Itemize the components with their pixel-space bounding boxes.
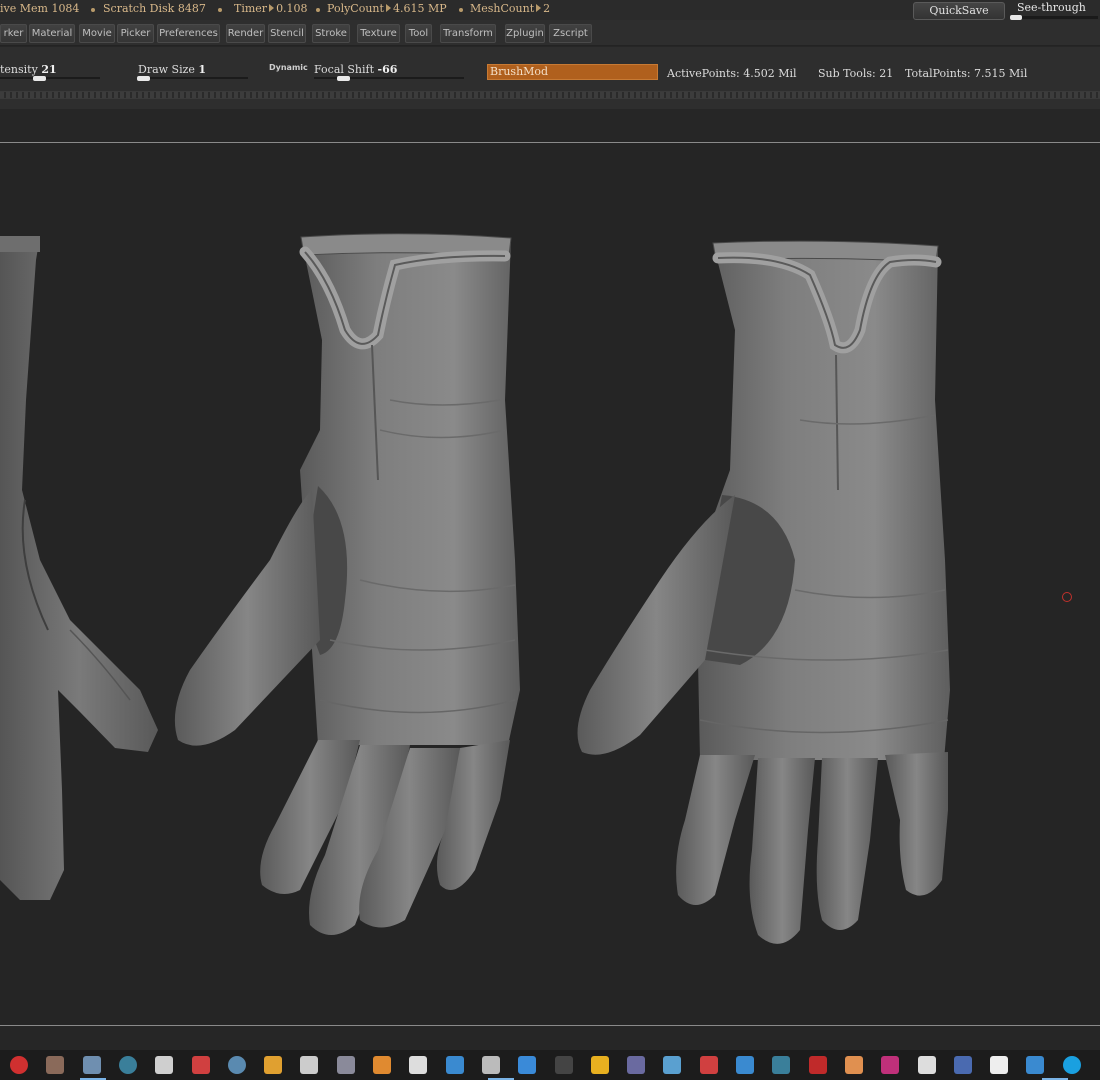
sub-tools-info: Sub Tools: 21 <box>818 67 894 80</box>
after-effects-icon[interactable] <box>627 1056 646 1074</box>
fan-icon[interactable] <box>155 1056 174 1074</box>
see-through-slider[interactable] <box>1010 16 1098 19</box>
menu-tool[interactable]: Tool <box>405 24 432 43</box>
file-icon[interactable] <box>990 1056 1009 1074</box>
status-bar: ive Mem 1084 Scratch Disk 8487 Timer 0.10… <box>0 0 1100 20</box>
menu-bar: rker Material Movie Picker Preferences R… <box>0 20 1100 46</box>
top-shelf: tensity 21 Draw Size 1 Dynamic Focal Shi… <box>0 47 1100 109</box>
app-icon[interactable] <box>844 1056 863 1074</box>
explorer-icon[interactable] <box>82 1056 101 1074</box>
document-canvas[interactable] <box>0 143 1100 1025</box>
sculpt-render <box>0 233 950 944</box>
focal-shift-label: Focal Shift <box>314 63 375 76</box>
app-icon[interactable] <box>736 1056 754 1074</box>
arrow-right-icon <box>269 4 275 12</box>
draw-size-label: Draw Size <box>138 63 195 76</box>
menu-stencil[interactable]: Stencil <box>268 24 306 43</box>
unity-icon[interactable] <box>409 1056 428 1074</box>
brushmod-slider[interactable]: BrushMod <box>487 64 658 80</box>
vscode-icon[interactable] <box>518 1056 537 1074</box>
app-icon[interactable] <box>772 1056 791 1074</box>
app-icon[interactable] <box>191 1056 210 1074</box>
brush-cursor <box>1062 592 1072 602</box>
menu-zplugin[interactable]: Zplugin <box>505 24 545 43</box>
app-icon[interactable] <box>373 1056 391 1074</box>
intensity-slider-label: tensity 21 <box>0 63 57 76</box>
glove-model-left <box>0 236 158 900</box>
app-icon[interactable] <box>663 1056 682 1074</box>
separator-dot <box>91 8 95 12</box>
app-icon[interactable] <box>445 1056 464 1074</box>
separator-dot <box>218 8 222 12</box>
active-points-info: ActivePoints: 4.502 Mil <box>667 67 797 80</box>
quicksave-button[interactable]: QuickSave <box>913 2 1005 20</box>
dynamic-toggle[interactable]: Dynamic <box>269 63 308 72</box>
glove-model-center <box>174 233 520 935</box>
draw-size-slider-knob[interactable] <box>137 76 150 81</box>
polycount-stat: PolyCount 4.615 MP <box>327 2 447 15</box>
record-icon[interactable] <box>10 1056 28 1074</box>
polycount-value: 4.615 MP <box>392 2 447 15</box>
meshcount-stat: MeshCount 2 <box>470 2 550 15</box>
app-icon[interactable] <box>46 1056 65 1074</box>
focal-shift-slider-label: Focal Shift -66 <box>314 63 397 76</box>
draw-size-slider-label: Draw Size 1 <box>138 63 206 76</box>
app-icon[interactable] <box>300 1056 319 1074</box>
see-through-label: See-through <box>1017 1 1086 14</box>
app-icon[interactable] <box>699 1056 718 1074</box>
total-points-info: TotalPoints: 7.515 Mil <box>905 67 1028 80</box>
menu-picker[interactable]: Picker <box>117 24 154 43</box>
indesign-icon[interactable] <box>881 1056 900 1074</box>
intensity-value: 21 <box>41 63 57 76</box>
app-icon[interactable] <box>1026 1056 1045 1074</box>
unity-icon[interactable] <box>917 1056 936 1074</box>
separator-dot <box>459 8 463 12</box>
focal-shift-slider-knob[interactable] <box>337 76 350 81</box>
menu-zscript[interactable]: Zscript <box>549 24 592 43</box>
meshcount-label: MeshCount <box>470 2 535 15</box>
menu-transform[interactable]: Transform <box>440 24 496 43</box>
menu-preferences[interactable]: Preferences <box>157 24 220 43</box>
canvas-top-margin <box>0 109 1100 143</box>
draw-size-slider[interactable] <box>138 77 248 79</box>
app-icon[interactable] <box>481 1056 500 1074</box>
timer-value: 0.108 <box>276 2 308 15</box>
menu-render[interactable]: Render <box>226 24 265 43</box>
arrow-right-icon <box>385 4 391 12</box>
meshcount-value: 2 <box>543 2 551 15</box>
app-icon[interactable] <box>590 1056 609 1074</box>
menu-marker[interactable]: rker <box>0 24 27 43</box>
taskbar <box>0 1050 1100 1080</box>
intensity-label: tensity <box>0 63 38 76</box>
app-icon[interactable] <box>264 1056 283 1074</box>
app-icon[interactable] <box>953 1056 972 1074</box>
arrow-right-icon <box>536 4 542 12</box>
glove-model-right <box>577 240 950 944</box>
shelf-ruler <box>0 91 1100 99</box>
skype-icon[interactable] <box>1062 1056 1081 1074</box>
separator-dot <box>316 8 320 12</box>
intensity-slider[interactable] <box>0 77 100 79</box>
menu-movie[interactable]: Movie <box>79 24 115 43</box>
canvas-bottom-margin <box>0 1025 1100 1050</box>
menu-stroke[interactable]: Stroke <box>312 24 350 43</box>
timer-stat: Timer 0.108 <box>234 2 308 15</box>
draw-size-value: 1 <box>198 63 207 76</box>
steam-icon[interactable] <box>227 1056 246 1074</box>
timer-label: Timer <box>234 2 268 15</box>
app-icon[interactable] <box>336 1056 355 1074</box>
app-icon[interactable] <box>808 1056 827 1074</box>
active-mem-stat: ive Mem 1084 <box>0 2 80 15</box>
polycount-label: PolyCount <box>327 2 384 15</box>
menu-texture[interactable]: Texture <box>357 24 400 43</box>
app-icon[interactable] <box>554 1056 573 1074</box>
globe-icon[interactable] <box>118 1056 137 1074</box>
intensity-slider-knob[interactable] <box>33 76 46 81</box>
menu-material[interactable]: Material <box>29 24 75 43</box>
focal-shift-value: -66 <box>377 63 398 76</box>
scratch-disk-stat: Scratch Disk 8487 <box>103 2 206 15</box>
